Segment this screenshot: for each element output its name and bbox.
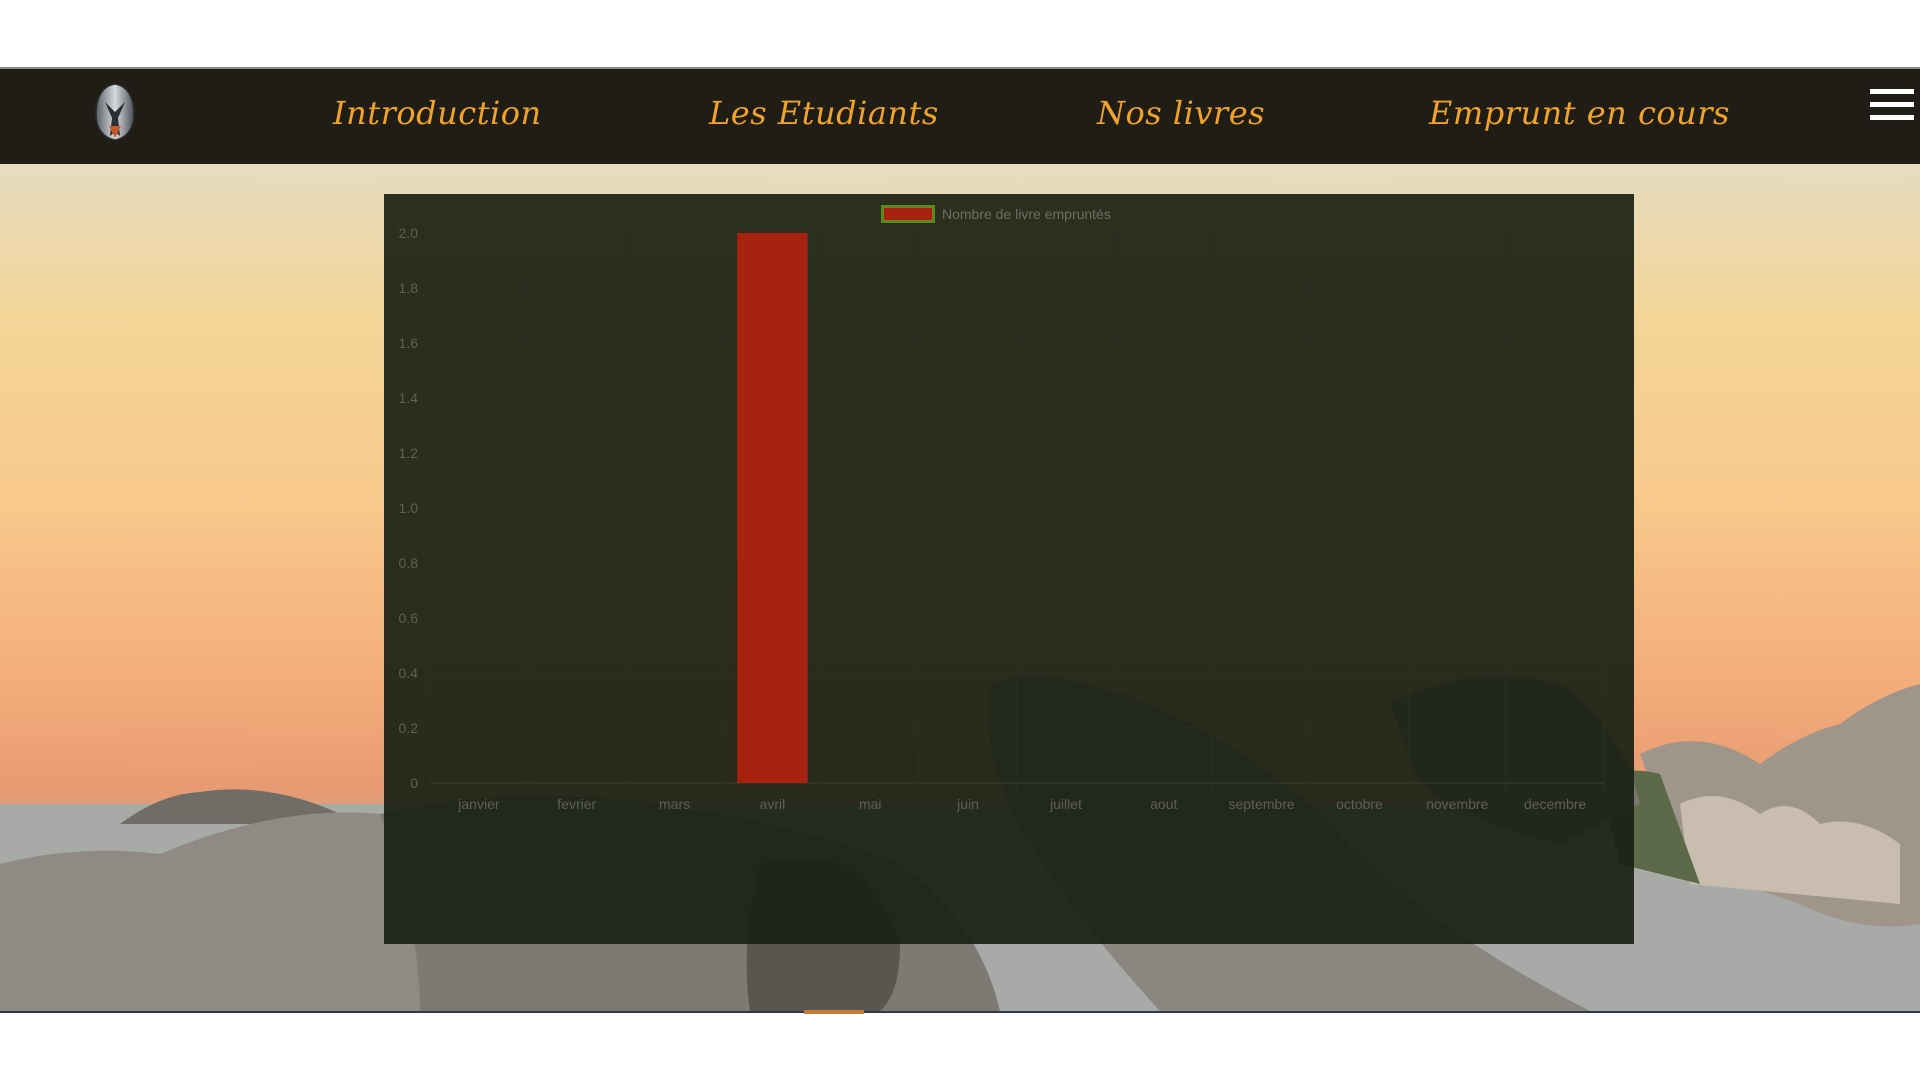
y-tick-label: 0.4 [399, 665, 419, 681]
x-tick-label: septembre [1229, 796, 1295, 812]
nav-emprunt-en-cours[interactable]: Emprunt en cours [1429, 91, 1730, 135]
x-tick-label: juin [956, 796, 979, 812]
y-tick-label: 1.0 [399, 500, 419, 516]
x-tick-label: novembre [1426, 796, 1488, 812]
chart-panel: Nombre de livre empruntés 0 0.2 0.4 0.6 0.8 1… [384, 194, 1634, 944]
bottom-accent [804, 1010, 864, 1014]
bottom-border [0, 1011, 1920, 1013]
nav-les-etudiants[interactable]: Les Etudiants [709, 91, 939, 135]
hamburger-menu-icon[interactable] [1870, 89, 1914, 125]
x-tick-label: mai [859, 796, 882, 812]
y-tick-label: 2.0 [399, 225, 419, 241]
y-tick-label: 0.8 [399, 555, 419, 571]
x-tick-label: octobre [1336, 796, 1383, 812]
x-tick-label: juillet [1049, 796, 1082, 812]
y-tick-label: 1.2 [399, 445, 419, 461]
y-tick-label: 1.8 [399, 280, 419, 296]
y-tick-label: 0.2 [399, 720, 419, 736]
nav-introduction[interactable]: Introduction [333, 91, 542, 135]
x-tick-label: mars [659, 796, 690, 812]
x-tick-label: avril [760, 796, 786, 812]
helmet-logo-icon[interactable] [93, 82, 137, 142]
x-tick-label: janvier [457, 796, 500, 812]
navbar: Introduction Les Etudiants Nos livres Em… [0, 69, 1920, 164]
y-tick-label: 0 [410, 775, 418, 791]
bar-chart: 0 0.2 0.4 0.6 0.8 1.0 1.2 1.4 1.6 1.8 2.0 janvier fe… [399, 225, 1605, 812]
bar-avril [737, 233, 808, 783]
x-tick-label: decembre [1524, 796, 1586, 812]
x-tick-label: aout [1150, 796, 1177, 812]
y-tick-label: 1.4 [399, 390, 419, 406]
y-tick-label: 0.6 [399, 610, 419, 626]
x-tick-label: fevrier [557, 796, 596, 812]
nav-nos-livres[interactable]: Nos livres [1097, 91, 1265, 135]
y-tick-label: 1.6 [399, 335, 419, 351]
